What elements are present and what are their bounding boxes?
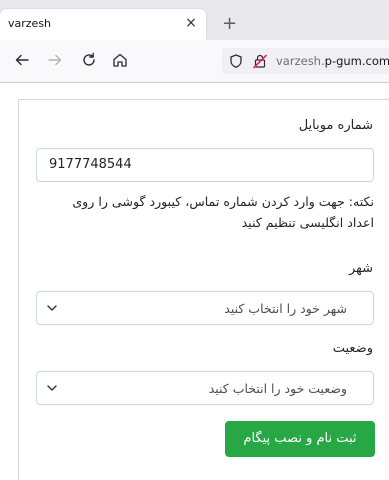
url-text[interactable]: varzesh.p-gum.com — [276, 54, 389, 68]
home-icon[interactable] — [111, 51, 129, 69]
status-select[interactable]: وضعیت خود را انتخاب کنید — [36, 371, 374, 405]
mobile-input-value: 9177748544 — [49, 157, 132, 172]
chevron-down-icon — [47, 385, 57, 391]
close-icon[interactable]: × — [184, 15, 198, 31]
navigation-bar: varzesh.p-gum.com — [0, 40, 389, 83]
form-card: شماره موبایل 9177748544 نکته: جهت وارد ک… — [18, 99, 389, 480]
mobile-label: شماره موبایل — [298, 118, 373, 133]
url-subdomain: varzesh. — [276, 54, 325, 68]
city-select-value: شهر خود را انتخاب کنید — [224, 301, 347, 316]
forward-arrow-icon[interactable] — [46, 51, 64, 69]
chevron-down-icon — [47, 305, 57, 311]
status-select-value: وضعیت خود را انتخاب کنید — [208, 381, 347, 396]
status-label: وضعیت — [332, 341, 373, 356]
url-domain: p-gum.com — [324, 54, 389, 68]
submit-button[interactable]: ثبت نام و نصب پیگام — [225, 421, 375, 457]
address-bar[interactable]: varzesh.p-gum.com — [222, 48, 389, 74]
keyboard-note: نکته: جهت وارد کردن شماره تماس، کیبورد گ… — [72, 194, 374, 230]
back-arrow-icon[interactable] — [13, 51, 31, 69]
mobile-input[interactable]: 9177748544 — [36, 148, 374, 182]
tab-bar: varzesh × + — [0, 0, 389, 40]
browser-tab[interactable]: varzesh × — [0, 9, 206, 40]
shield-icon[interactable] — [228, 53, 244, 69]
insecure-lock-icon[interactable] — [252, 53, 268, 69]
new-tab-icon[interactable]: + — [222, 13, 237, 34]
city-label: شهر — [348, 261, 373, 276]
tab-title: varzesh — [8, 17, 52, 30]
reload-icon[interactable] — [80, 51, 98, 69]
city-select[interactable]: شهر خود را انتخاب کنید — [36, 291, 374, 325]
